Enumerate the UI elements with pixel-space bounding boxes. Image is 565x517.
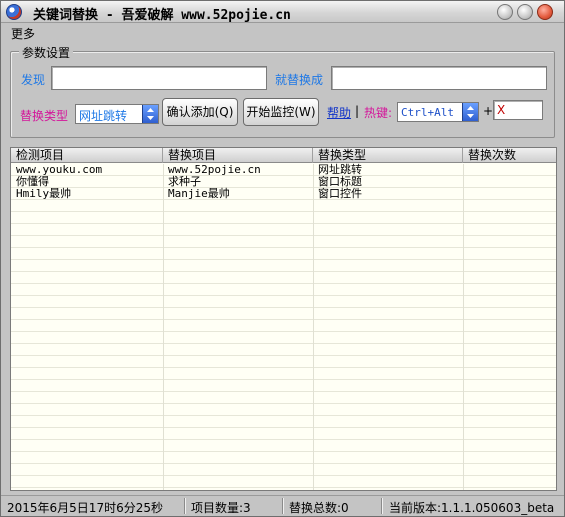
hotkey-key-input[interactable]: X xyxy=(493,100,543,120)
find-input[interactable] xyxy=(51,66,267,90)
hotkey-plus: + xyxy=(483,104,494,118)
title-bar[interactable]: 关键词替换 - 吾爱破解 www.52pojie.cn xyxy=(1,1,564,23)
settings-group: 参数设置 发现 就替换成 替换类型 网址跳转 确认添加(Q) 开始监控(W) 帮… xyxy=(10,44,555,138)
cell-detect: Hmily最帅 xyxy=(16,187,72,200)
menu-bar: 更多 xyxy=(1,23,564,41)
column-divider xyxy=(463,164,464,490)
status-datetime: 2015年6月5日17时6分25秒 xyxy=(7,501,163,515)
dropdown-arrow-icon[interactable] xyxy=(462,103,478,121)
separator: | xyxy=(355,104,360,118)
main-window: 关键词替换 - 吾爱破解 www.52pojie.cn 更多 参数设置 发现 就… xyxy=(0,0,565,517)
cell-replace: Manjie最帅 xyxy=(168,187,230,200)
column-header-detect-item[interactable]: 检测项目 xyxy=(11,148,163,163)
replace-list-table: 检测项目 替换项目 替换类型 替换次数 www.youku.com www.52… xyxy=(10,147,557,491)
replace-input[interactable] xyxy=(331,66,547,90)
table-header: 检测项目 替换项目 替换类型 替换次数 xyxy=(11,148,556,163)
app-logo-icon xyxy=(6,4,22,20)
window-title: 关键词替换 - 吾爱破解 www.52pojie.cn xyxy=(33,8,291,23)
hotkey-modifier-select[interactable]: Ctrl+Alt xyxy=(397,102,479,122)
minimize-button[interactable] xyxy=(497,4,513,20)
status-divider xyxy=(184,498,186,514)
start-monitor-button[interactable]: 开始监控(W) xyxy=(243,98,319,126)
status-replace-total: 替换总数:0 xyxy=(289,501,349,515)
settings-group-title: 参数设置 xyxy=(19,44,74,61)
table-row[interactable]: www.youku.com www.52pojie.cn 网址跳转 xyxy=(11,164,556,176)
replace-type-value: 网址跳转 xyxy=(79,109,128,123)
close-button[interactable] xyxy=(537,4,553,20)
column-header-replace-count[interactable]: 替换次数 xyxy=(463,148,556,163)
column-header-replace-type[interactable]: 替换类型 xyxy=(313,148,463,163)
column-header-replace-item[interactable]: 替换项目 xyxy=(163,148,313,163)
status-divider xyxy=(381,498,383,514)
help-link[interactable]: 帮助 xyxy=(327,104,351,121)
hotkey-label: 热键: xyxy=(364,106,393,120)
confirm-add-button[interactable]: 确认添加(Q) xyxy=(162,98,238,126)
status-version: 当前版本:1.1.1.050603_beta xyxy=(389,501,555,515)
cell-type: 窗口控件 xyxy=(318,187,362,200)
replace-type-select[interactable]: 网址跳转 xyxy=(75,104,159,124)
dropdown-arrow-icon[interactable] xyxy=(142,105,158,123)
status-item-count: 项目数量:3 xyxy=(191,501,251,515)
status-bar: 2015年6月5日17时6分25秒 项目数量:3 替换总数:0 当前版本:1.1… xyxy=(1,495,564,516)
replace-type-label: 替换类型 xyxy=(20,109,69,123)
find-label: 发现 xyxy=(21,73,46,87)
table-row[interactable]: 你懂得 求种子 窗口标题 xyxy=(11,176,556,188)
column-divider xyxy=(313,164,314,490)
menu-more[interactable]: 更多 xyxy=(11,25,35,42)
table-body: www.youku.com www.52pojie.cn 网址跳转 你懂得 求种… xyxy=(11,164,556,490)
status-divider xyxy=(282,498,284,514)
replace-label: 就替换成 xyxy=(275,73,324,87)
table-row[interactable]: Hmily最帅 Manjie最帅 窗口控件 xyxy=(11,188,556,200)
column-divider xyxy=(163,164,164,490)
hotkey-modifier-value: Ctrl+Alt xyxy=(401,106,454,119)
maximize-button[interactable] xyxy=(517,4,533,20)
